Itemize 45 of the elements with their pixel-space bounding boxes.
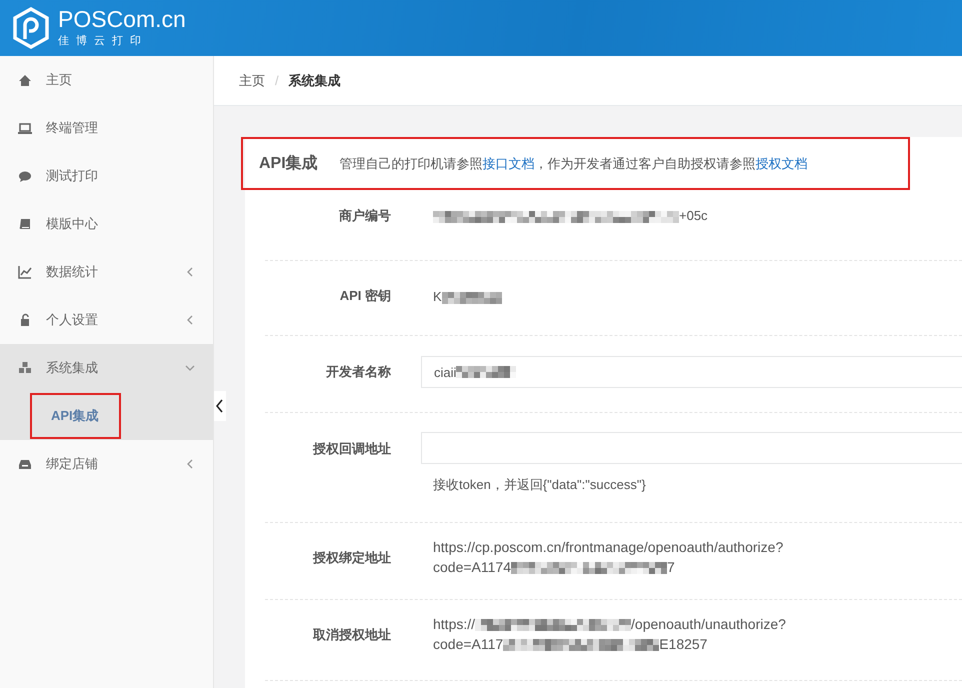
logo-subtitle: 佳 博 云 打 印: [58, 34, 144, 48]
doc-link[interactable]: 接口文档: [482, 156, 535, 170]
sidebar-item[interactable]: 终端管理: [0, 104, 213, 152]
logo-icon: [12, 7, 50, 49]
sidebar-item[interactable]: 测试打印: [0, 152, 213, 200]
home-icon: [18, 73, 32, 87]
sidebar-item[interactable]: 数据统计: [0, 248, 213, 296]
speech-bubble-icon: [18, 169, 32, 183]
cubes-icon: [18, 361, 32, 375]
url-text: code=A117 E18257: [432, 635, 708, 654]
laptop-icon: [18, 121, 32, 135]
sidebar-item[interactable]: 主页: [0, 56, 213, 104]
field-value: K: [421, 261, 502, 335]
sidebar-item[interactable]: 模版中心: [0, 200, 213, 248]
logo-title: POSCom.cn: [58, 8, 186, 31]
field-label: 授权回调地址: [313, 441, 391, 456]
lock-icon: [18, 313, 32, 327]
input-field[interactable]: [421, 432, 962, 464]
sidebar-item[interactable]: 个人设置: [0, 296, 213, 344]
line-chart-icon: [18, 265, 32, 279]
field-label: API 密钥: [340, 288, 391, 303]
field-label: 商户编号: [339, 208, 391, 223]
input-field[interactable]: ciaii: [421, 356, 962, 388]
breadcrumb-item: 系统集成: [288, 72, 341, 90]
book-icon: [18, 217, 32, 231]
field-label: 开发者名称: [326, 364, 391, 379]
card-description: 管理自己的打印机请参照接口文档，作为开发者通过客户自助授权请参照授权文档: [340, 154, 808, 172]
redacted-mosaic: [456, 364, 516, 380]
url-text: https://cp.poscom.cn/frontmanage/openoauth/authorize?: [432, 538, 784, 557]
help-text: 接收token，并返回{"data":"success"}: [432, 476, 647, 494]
card-title: API集成: [259, 154, 318, 174]
url-text: code=A1174 7: [432, 558, 676, 577]
field-label: 取消授权地址: [313, 627, 391, 642]
chevron-icon: [216, 399, 224, 413]
url-text: https:// /openoauth/unauthorize?: [432, 615, 786, 634]
sidebar-subitem[interactable]: API集成: [30, 393, 121, 439]
field-value: +05c: [421, 190, 708, 260]
sidebar-item[interactable]: 绑定店铺: [0, 440, 213, 488]
breadcrumb-separator: /: [275, 73, 279, 88]
collapse-toggle[interactable]: [214, 391, 226, 421]
doc-link[interactable]: 授权文档: [756, 156, 808, 170]
breadcrumb-item[interactable]: 主页: [239, 72, 265, 90]
inbox-icon: [18, 457, 32, 471]
redacted-mosaic: [442, 290, 502, 306]
field-label: 授权绑定地址: [313, 550, 391, 565]
